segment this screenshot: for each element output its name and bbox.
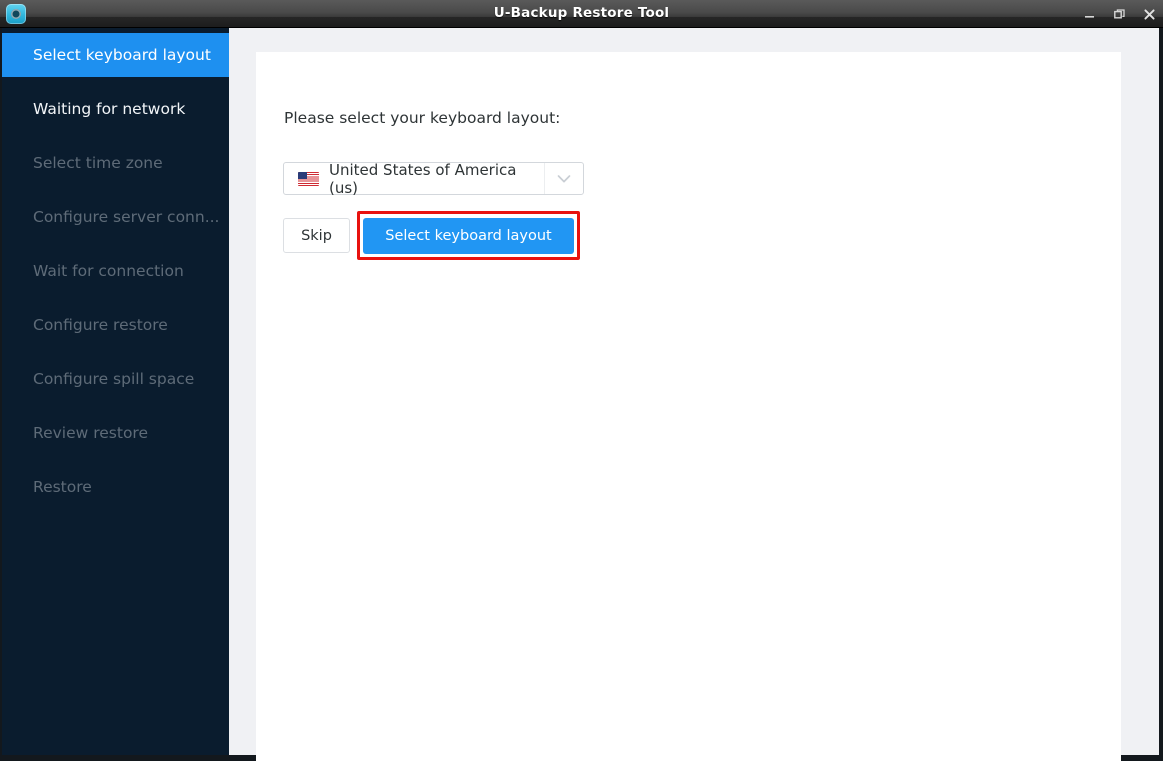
window-title: U-Backup Restore Tool bbox=[493, 5, 670, 21]
us-flag-icon bbox=[298, 171, 319, 186]
minimize-button[interactable] bbox=[1081, 6, 1097, 22]
sidebar-item-wait-for-connection[interactable]: Wait for connection bbox=[2, 249, 229, 293]
keyboard-layout-select[interactable]: United States of America (us) bbox=[283, 160, 584, 197]
page-title: Please select your keyboard layout: bbox=[284, 109, 561, 127]
window-body: Select keyboard layout Waiting for netwo… bbox=[0, 28, 1163, 761]
chevron-down-icon bbox=[544, 163, 583, 194]
sidebar-item-configure-restore[interactable]: Configure restore bbox=[2, 303, 229, 347]
sidebar-item-restore[interactable]: Restore bbox=[2, 465, 229, 509]
sidebar: Select keyboard layout Waiting for netwo… bbox=[2, 28, 229, 755]
skip-button[interactable]: Skip bbox=[283, 218, 350, 253]
title-bar: U-Backup Restore Tool bbox=[0, 0, 1163, 28]
select-keyboard-layout-button[interactable]: Select keyboard layout bbox=[363, 218, 574, 254]
maximize-button[interactable] bbox=[1111, 6, 1127, 22]
sidebar-item-label: Select keyboard layout bbox=[33, 46, 211, 64]
close-button[interactable] bbox=[1141, 6, 1157, 22]
sidebar-item-configure-spill-space[interactable]: Configure spill space bbox=[2, 357, 229, 401]
sidebar-item-configure-server-connection[interactable]: Configure server conn... bbox=[2, 195, 229, 239]
sidebar-item-waiting-for-network[interactable]: Waiting for network bbox=[2, 87, 229, 131]
sidebar-item-label: Select time zone bbox=[33, 154, 163, 172]
sidebar-item-label: Wait for connection bbox=[33, 262, 184, 280]
sidebar-item-label: Configure spill space bbox=[33, 370, 195, 388]
sidebar-item-select-time-zone[interactable]: Select time zone bbox=[2, 141, 229, 185]
content-panel: Please select your keyboard layout: Unit… bbox=[256, 52, 1121, 761]
window-controls bbox=[1081, 0, 1157, 28]
sidebar-item-label: Configure restore bbox=[33, 316, 168, 334]
keyboard-layout-value: United States of America (us) bbox=[329, 160, 517, 197]
sidebar-item-select-keyboard-layout[interactable]: Select keyboard layout bbox=[2, 33, 229, 77]
content-area: Please select your keyboard layout: Unit… bbox=[229, 28, 1159, 761]
sidebar-item-review-restore[interactable]: Review restore bbox=[2, 411, 229, 455]
sidebar-item-label: Restore bbox=[33, 478, 92, 496]
sidebar-item-label: Waiting for network bbox=[33, 100, 186, 118]
sidebar-item-label: Configure server conn... bbox=[33, 208, 220, 226]
sidebar-item-label: Review restore bbox=[33, 424, 149, 442]
app-window: U-Backup Restore Tool Select keyboard la… bbox=[0, 0, 1163, 761]
